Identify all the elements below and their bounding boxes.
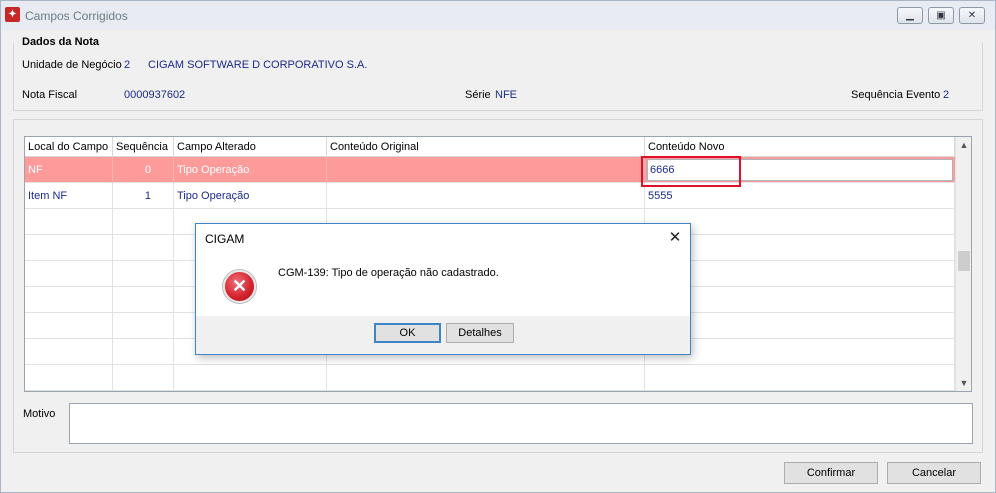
empty-cell[interactable]	[25, 339, 113, 365]
window-title: Campos Corrigidos	[25, 9, 128, 23]
empty-cell[interactable]	[113, 313, 174, 339]
main-window: ✦ Campos Corrigidos ▁ ▣ ✕ Dados da Nota …	[0, 0, 996, 493]
cell-local[interactable]: Item NF	[25, 183, 113, 209]
empty-cell[interactable]	[645, 209, 955, 235]
column-header-sequencia[interactable]: Sequência	[113, 137, 174, 157]
empty-cell[interactable]	[645, 365, 955, 391]
ok-button[interactable]: OK	[374, 323, 441, 343]
dialog-close-icon[interactable]: ✕	[666, 229, 684, 247]
unidade-code: 2	[124, 59, 131, 71]
unidade-label: Unidade de Negócio	[22, 59, 122, 71]
close-button[interactable]: ✕	[959, 7, 985, 24]
unidade-name: CIGAM SOFTWARE D CORPORATIVO S.A.	[148, 59, 368, 71]
motivo-label: Motivo	[23, 408, 56, 420]
serie-value: NFE	[495, 89, 517, 101]
table-row-empty[interactable]	[25, 365, 955, 391]
empty-cell[interactable]	[645, 287, 955, 313]
empty-cell[interactable]	[113, 339, 174, 365]
ok-button-label: OK	[399, 327, 416, 339]
empty-cell[interactable]	[645, 313, 955, 339]
app-logo-icon: ✦	[5, 7, 20, 22]
empty-cell[interactable]	[645, 235, 955, 261]
conteudo-novo-edit-field[interactable]: 6666	[647, 159, 953, 181]
dialog-message: CGM-139: Tipo de operação não cadastrado…	[278, 267, 499, 279]
empty-cell[interactable]	[25, 261, 113, 287]
column-header-campo[interactable]: Campo Alterado	[174, 137, 327, 157]
motivo-textarea[interactable]	[69, 403, 973, 444]
error-dialog: CIGAM ✕ ✕ CGM-139: Tipo de operação não …	[195, 223, 691, 355]
cell-campo[interactable]: Tipo Operação	[174, 157, 327, 183]
empty-cell[interactable]	[25, 365, 113, 391]
cancel-button[interactable]: Cancelar	[887, 462, 981, 484]
empty-cell[interactable]	[174, 365, 327, 391]
scroll-thumb[interactable]	[958, 251, 970, 271]
cell-sequencia[interactable]: 1	[113, 183, 174, 209]
confirm-button-label: Confirmar	[806, 467, 856, 479]
table-row[interactable]: NF 0 Tipo Operação 6666	[25, 157, 955, 183]
cell-novo[interactable]: 5555	[645, 183, 955, 209]
scroll-down-icon[interactable]: ▼	[956, 375, 971, 391]
nota-group-title: Dados da Nota	[22, 36, 104, 48]
table-row[interactable]: Item NF 1 Tipo Operação 5555	[25, 183, 955, 209]
empty-cell[interactable]	[25, 235, 113, 261]
serie-label: Série	[465, 89, 491, 101]
empty-cell[interactable]	[113, 209, 174, 235]
minimize-button[interactable]: ▁	[897, 7, 923, 24]
empty-cell[interactable]	[113, 287, 174, 313]
close-icon: ✕	[967, 10, 977, 21]
empty-cell[interactable]	[25, 287, 113, 313]
cell-original[interactable]	[327, 183, 645, 209]
scroll-up-icon[interactable]: ▲	[956, 137, 971, 153]
maximize-button[interactable]: ▣	[928, 7, 954, 24]
empty-cell[interactable]	[25, 313, 113, 339]
confirm-button[interactable]: Confirmar	[784, 462, 878, 484]
column-header-local[interactable]: Local do Campo	[25, 137, 113, 157]
cell-local[interactable]: NF	[25, 157, 113, 183]
empty-cell[interactable]	[113, 261, 174, 287]
cancel-button-label: Cancelar	[911, 467, 957, 479]
seq-evento-value: 2	[943, 89, 950, 101]
details-button-label: Detalhes	[458, 327, 502, 339]
title-bar[interactable]: ✦ Campos Corrigidos ▁ ▣ ✕	[1, 1, 995, 30]
minimize-icon: ▁	[906, 10, 914, 21]
grid-vertical-scrollbar[interactable]: ▲ ▼	[955, 137, 971, 391]
error-icon: ✕	[223, 270, 256, 303]
nota-fiscal-label: Nota Fiscal	[22, 89, 78, 101]
empty-cell[interactable]	[113, 235, 174, 261]
cell-original[interactable]	[327, 157, 645, 183]
grid-header: Local do Campo Sequência Campo Alterado …	[25, 137, 955, 157]
empty-cell[interactable]	[645, 339, 955, 365]
cell-campo[interactable]: Tipo Operação	[174, 183, 327, 209]
nota-fiscal-value: 0000937602	[124, 89, 186, 101]
cell-sequencia[interactable]: 0	[113, 157, 174, 183]
empty-cell[interactable]	[113, 365, 174, 391]
seq-evento-label: Sequência Evento	[851, 89, 941, 101]
dialog-footer: OK Detalhes	[196, 316, 690, 354]
empty-cell[interactable]	[25, 209, 113, 235]
empty-cell[interactable]	[327, 365, 645, 391]
dialog-title: CIGAM	[205, 232, 245, 246]
empty-cell[interactable]	[645, 261, 955, 287]
column-header-novo[interactable]: Conteúdo Novo	[645, 137, 955, 157]
details-button[interactable]: Detalhes	[446, 323, 514, 343]
maximize-icon: ▣	[936, 10, 946, 21]
column-header-original[interactable]: Conteúdo Original	[327, 137, 645, 157]
